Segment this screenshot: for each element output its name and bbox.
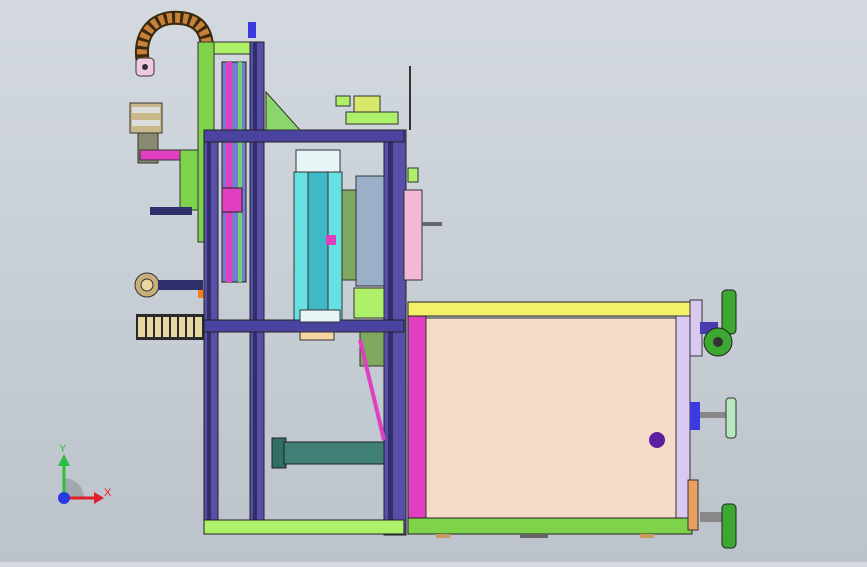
linear-slide <box>293 149 343 341</box>
left-cylinder-assembly <box>129 102 201 215</box>
z-axis-dot <box>58 492 70 504</box>
y-axis-label: Y <box>59 443 67 455</box>
cad-viewport[interactable]: Y X <box>0 0 867 562</box>
cabinet <box>407 301 693 538</box>
assembly-drawing: Y X <box>58 10 737 549</box>
coordinate-triad: Y X <box>58 443 112 504</box>
left-rod-end <box>134 272 210 298</box>
x-axis-label: X <box>104 487 112 499</box>
casters <box>687 289 737 549</box>
motor-block <box>341 175 385 367</box>
lower-drag-chain <box>136 314 204 340</box>
